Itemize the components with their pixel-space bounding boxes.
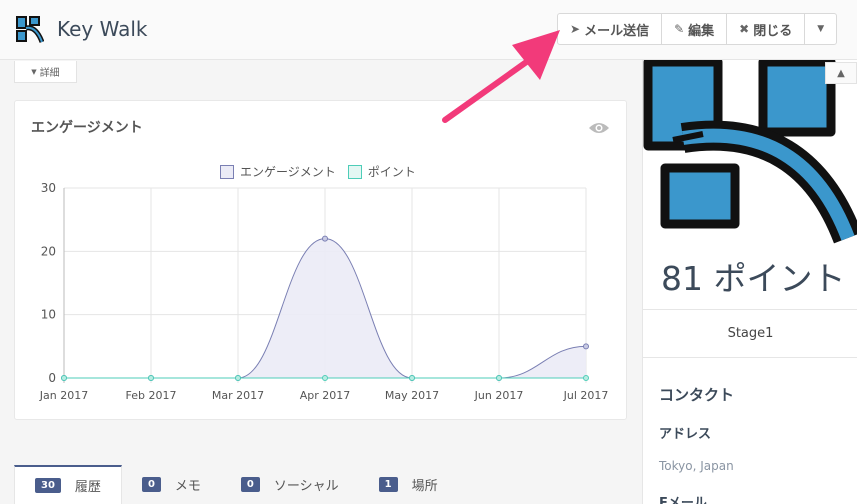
tab-history-count: 30 [35, 478, 61, 493]
engagement-chart: 0 10 20 30 Jan 2017 Feb 2017 Mar 2017 Apr 2017 M… [39, 181, 609, 402]
contact-avatar-logo [643, 60, 857, 244]
x-tick-label: Mar 2017 [212, 389, 264, 402]
tab-social-count: 0 [240, 477, 260, 492]
x-tick-label: Jun 2017 [474, 389, 524, 402]
tab-places-count: 1 [378, 477, 398, 492]
data-point [61, 375, 67, 381]
tab-notes-count: 0 [141, 477, 161, 492]
y-tick-label: 0 [48, 371, 56, 385]
x-tick-label: May 2017 [385, 389, 439, 402]
series-area [64, 238, 586, 378]
details-toggle-button[interactable]: ▼ 詳細 [14, 61, 77, 83]
address-heading: アドレス [659, 427, 712, 442]
action-button-group: ➤ メール送信 ✎ 編集 ✖ 閉じる ▼ [557, 13, 838, 45]
edit-button[interactable]: ✎ 編集 [662, 14, 728, 44]
app-logo-icon [15, 15, 44, 43]
y-tick-label: 10 [41, 308, 56, 322]
contact-points: 81 ポイント [661, 259, 846, 298]
data-point [583, 375, 589, 381]
data-point [322, 235, 328, 242]
y-tick-label: 20 [41, 244, 56, 258]
divider [643, 357, 857, 358]
contact-stage: Stage1 [727, 326, 774, 341]
engagement-chart-card: 0 10 20 30 Jan 2017 Feb 2017 Mar 2017 Apr 2017 M… [14, 100, 627, 420]
data-point [148, 375, 154, 381]
contact-panel: ▲ 81 ポイント Stage1 コンタクト アドレス Tokyo, Japan… [642, 60, 857, 504]
more-dropdown-button[interactable]: ▼ [805, 14, 836, 44]
tab-social[interactable]: 0 ソーシャル [221, 465, 359, 504]
x-tick-label: Jan 2017 [39, 389, 88, 402]
tab-notes-label: メモ [174, 479, 201, 494]
header: Key Walk ➤ メール送信 ✎ 編集 ✖ 閉じる ▼ [0, 0, 857, 60]
caret-up-icon: ▲ [837, 67, 845, 79]
legend-swatch-engagement [220, 164, 234, 179]
contact-heading: コンタクト [659, 386, 735, 404]
caret-down-icon: ▼ [817, 24, 825, 34]
send-email-label: メール送信 [584, 23, 650, 39]
data-point [322, 375, 328, 381]
tab-notes[interactable]: 0 メモ [122, 465, 221, 504]
eye-icon[interactable] [588, 121, 610, 135]
x-tick-label: Feb 2017 [126, 389, 177, 402]
legend-label-points: ポイント [367, 165, 416, 179]
tab-social-label: ソーシャル [273, 479, 339, 494]
tab-history[interactable]: 30 履歴 [14, 465, 122, 504]
x-tick-label: Apr 2017 [300, 389, 351, 402]
chart-legend: エンゲージメント ポイント [220, 163, 428, 180]
edit-icon: ✎ [674, 22, 685, 36]
legend-swatch-points [347, 164, 362, 179]
close-label: 閉じる [753, 23, 793, 39]
y-tick-label: 30 [41, 181, 56, 195]
record-tabs: 30 履歴 0 メモ 0 ソーシャル 1 場所 [14, 465, 458, 504]
legend-label-engagement: エンゲージメント [240, 165, 336, 179]
close-button[interactable]: ✖ 閉じる [727, 14, 806, 44]
chart-card-title: エンゲージメント [31, 120, 143, 136]
data-point [496, 375, 502, 381]
details-label: 詳細 [39, 68, 60, 79]
email-heading: Eメール [659, 496, 707, 504]
tab-places[interactable]: 1 場所 [359, 465, 458, 504]
data-point [409, 375, 415, 381]
address-value: Tokyo, Japan [659, 459, 734, 473]
paper-plane-icon: ➤ [570, 22, 581, 36]
send-email-button[interactable]: ➤ メール送信 [558, 14, 663, 44]
data-point [583, 343, 589, 350]
legend-item-points[interactable]: ポイント [347, 163, 416, 180]
tab-history-label: 履歴 [74, 480, 101, 495]
x-tick-label: Jul 2017 [563, 389, 609, 402]
close-icon: ✖ [739, 22, 750, 36]
edit-label: 編集 [688, 23, 715, 39]
app-title: Key Walk [57, 17, 148, 41]
data-point [235, 375, 241, 381]
legend-item-engagement[interactable]: エンゲージメント [220, 163, 336, 180]
divider [643, 309, 857, 310]
tab-places-label: 場所 [411, 479, 438, 494]
caret-down-icon: ▼ [31, 67, 37, 76]
collapse-panel-button[interactable]: ▲ [825, 62, 857, 84]
